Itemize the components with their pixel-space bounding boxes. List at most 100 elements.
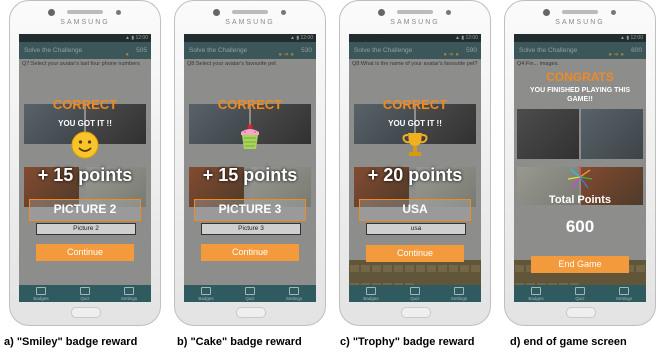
nav-quiz[interactable]: Quiz (240, 286, 260, 301)
front-camera (378, 9, 385, 16)
sensor (611, 10, 616, 15)
badges-icon (366, 286, 376, 295)
nav-quiz[interactable]: Quiz (405, 286, 425, 301)
settings-icon (619, 286, 629, 295)
brand-logo: SAMSUNG (390, 19, 440, 26)
correct-answer: PICTURE 2 (29, 199, 141, 221)
nav-quiz-label: Quiz (80, 295, 90, 301)
badges-icon (531, 286, 541, 295)
front-camera (543, 9, 550, 16)
nav-quiz-label: Quiz (410, 295, 420, 301)
nav-settings[interactable]: Settings (614, 286, 634, 301)
result-title: CORRECT (52, 97, 118, 112)
caption-cake: b) "Cake" badge reward (177, 336, 302, 348)
congrats-title: CONGRATS (546, 70, 614, 84)
bottom-nav: Badges Quiz Settings (19, 285, 151, 302)
result-title: CORRECT (217, 97, 283, 112)
nav-settings[interactable]: Settings (119, 286, 139, 301)
nav-badges-label: Badges (33, 295, 49, 301)
settings-icon (289, 286, 299, 295)
correct-answer: USA (359, 199, 471, 221)
speaker (397, 10, 433, 14)
fireworks-icon (567, 166, 593, 189)
end-game-overlay: CONGRATS YOU FINISHED PLAYING THIS GAME!… (514, 34, 646, 285)
answer-input[interactable]: Picture 2 (36, 223, 136, 235)
result-message: YOU GOT IT !! (388, 119, 442, 128)
caption-end-game: d) end of game screen (510, 336, 627, 348)
continue-button[interactable]: Continue (366, 245, 464, 262)
answer-input[interactable]: Picture 3 (201, 223, 301, 235)
reward-overlay: CORRECT YOU GOT IT !! + 15 points PICTUR… (19, 34, 151, 285)
badges-icon (201, 286, 211, 295)
home-button[interactable] (71, 307, 101, 318)
home-button[interactable] (236, 307, 266, 318)
nav-badges-label: Badges (528, 295, 544, 301)
nav-settings[interactable]: Settings (284, 286, 304, 301)
badges-icon (36, 286, 46, 295)
reward-overlay: CORRECT + 15 points PICTURE 3 Picture 3 … (184, 34, 316, 285)
phone-end-game: SAMSUNG ▲ ▮ 12:00 Solve the Challenge ● … (504, 0, 656, 326)
front-camera (48, 9, 55, 16)
speaker (562, 10, 598, 14)
total-points-value: 600 (565, 217, 595, 236)
nav-badges[interactable]: Badges (196, 286, 216, 301)
correct-answer: PICTURE 3 (194, 199, 306, 221)
app-screen: ▲ ▮ 12:00 Solve the Challenge ● 505 Q7:S… (19, 34, 151, 302)
nav-settings-label: Settings (285, 295, 303, 301)
speaker (67, 10, 103, 14)
nav-quiz-label: Quiz (245, 295, 255, 301)
caption-trophy: c) "Trophy" badge reward (340, 336, 475, 348)
phone-trophy: SAMSUNG ▲ ▮ 12:00 Solve the Challenge ● … (339, 0, 491, 326)
quiz-icon (575, 286, 585, 295)
nav-settings[interactable]: Settings (449, 286, 469, 301)
nav-quiz[interactable]: Quiz (570, 286, 590, 301)
points-earned: + 20 points (367, 165, 463, 185)
trophy-icon (402, 133, 428, 156)
sensor (446, 10, 451, 15)
nav-badges[interactable]: Badges (361, 286, 381, 301)
brand-logo: SAMSUNG (225, 19, 275, 26)
bottom-nav: Badges Quiz Settings (349, 285, 481, 302)
sensor (281, 10, 286, 15)
nav-settings-label: Settings (450, 295, 468, 301)
cake-icon (241, 124, 259, 149)
quiz-icon (80, 286, 90, 295)
nav-settings-label: Settings (615, 295, 633, 301)
home-button[interactable] (401, 307, 431, 318)
total-points-label: Total Points (548, 194, 612, 206)
continue-button[interactable]: Continue (36, 244, 134, 261)
nav-quiz-label: Quiz (575, 295, 585, 301)
reward-overlay: CORRECT YOU GOT IT !! + 20 points USA us… (349, 34, 481, 285)
points-earned: + 15 points (202, 165, 298, 185)
nav-settings-label: Settings (120, 295, 138, 301)
speaker (232, 10, 268, 14)
phone-smiley: SAMSUNG ▲ ▮ 12:00 Solve the Challenge ● … (9, 0, 161, 326)
points-earned: + 15 points (37, 165, 133, 185)
nav-badges[interactable]: Badges (31, 286, 51, 301)
nav-badges-label: Badges (198, 295, 214, 301)
front-camera (213, 9, 220, 16)
smiley-icon (71, 131, 99, 159)
nav-badges-label: Badges (363, 295, 379, 301)
nav-badges[interactable]: Badges (526, 286, 546, 301)
quiz-icon (245, 286, 255, 295)
sensor (116, 10, 121, 15)
app-screen: ▲ ▮ 12:00 Solve the Challenge ● ➔ ● 590 … (349, 34, 481, 302)
bottom-nav: Badges Quiz Settings (514, 285, 646, 302)
result-message: YOU GOT IT !! (58, 119, 112, 128)
quiz-icon (410, 286, 420, 295)
bottom-nav: Badges Quiz Settings (184, 285, 316, 302)
settings-icon (454, 286, 464, 295)
phone-cake: SAMSUNG ▲ ▮ 12:00 Solve the Challenge ● … (174, 0, 326, 326)
app-screen: ▲ ▮ 12:00 Solve the Challenge ● ➔ ● 530 … (184, 34, 316, 302)
continue-button[interactable]: Continue (201, 244, 299, 261)
answer-input[interactable]: usa (366, 223, 466, 235)
end-game-button[interactable]: End Game (531, 256, 629, 273)
settings-icon (124, 286, 134, 295)
finished-message: YOU FINISHED PLAYING THIS GAME!! (529, 87, 631, 103)
result-title: CORRECT (382, 97, 448, 112)
nav-quiz[interactable]: Quiz (75, 286, 95, 301)
caption-smiley: a) "Smiley" badge reward (4, 336, 138, 348)
home-button[interactable] (566, 307, 596, 318)
brand-logo: SAMSUNG (555, 19, 605, 26)
